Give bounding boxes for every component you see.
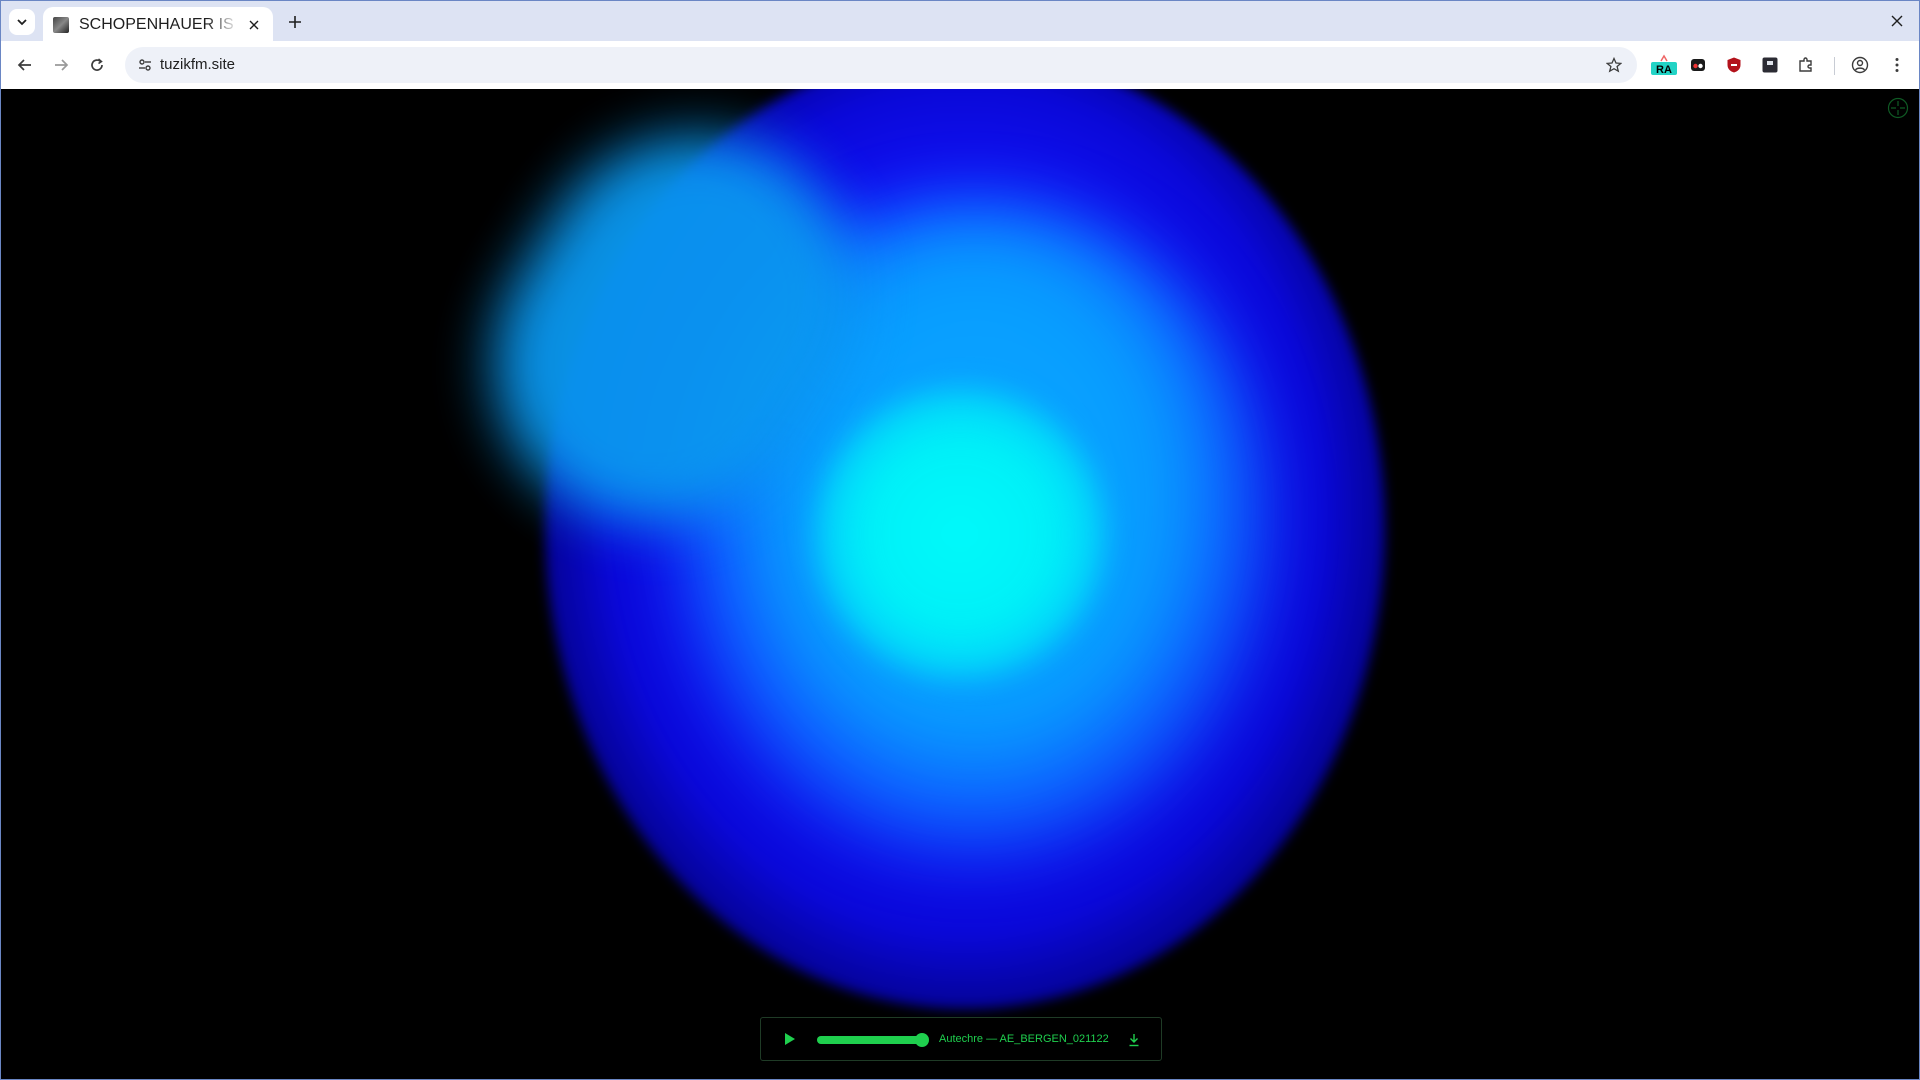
forward-button[interactable] bbox=[47, 51, 75, 79]
download-button[interactable] bbox=[1125, 1030, 1143, 1050]
shield-extension-icon[interactable] bbox=[1722, 53, 1746, 77]
tune-icon bbox=[139, 59, 151, 71]
browser-menu-button[interactable] bbox=[1885, 53, 1909, 77]
puzzle-extensions-icon[interactable] bbox=[1794, 53, 1818, 77]
page-content: Autechre — AE_BERGEN_021122 bbox=[0, 89, 1920, 1080]
crosshair-icon bbox=[1887, 97, 1909, 119]
two-dots-extension-icon[interactable] bbox=[1686, 53, 1710, 77]
site-info-button[interactable] bbox=[133, 53, 157, 77]
tab-search-button[interactable] bbox=[9, 9, 35, 35]
reload-button[interactable] bbox=[83, 51, 111, 79]
track-title: Autechre — AE_BERGEN_021122 bbox=[939, 1033, 1109, 1045]
download-icon bbox=[1129, 1034, 1139, 1047]
close-icon bbox=[249, 20, 259, 30]
new-tab-button[interactable] bbox=[283, 10, 307, 34]
tab-active[interactable]: SCHOPENHAUER IS bbox=[43, 7, 273, 42]
reload-icon bbox=[91, 58, 103, 71]
tab-favicon-icon bbox=[53, 16, 69, 33]
address-bar[interactable]: tuzikfm.site bbox=[125, 47, 1637, 83]
chevron-down-icon bbox=[17, 19, 27, 26]
back-button[interactable] bbox=[11, 51, 39, 79]
progress-knob[interactable] bbox=[914, 1033, 929, 1047]
progress-fill bbox=[817, 1036, 922, 1044]
ra-extension-icon[interactable]: RA bbox=[1649, 53, 1679, 77]
plus-icon bbox=[289, 16, 301, 28]
visualizer-cyan-core bbox=[815, 389, 1105, 679]
ra-extension-label: RA bbox=[1656, 64, 1672, 76]
url-text: tuzikfm.site bbox=[160, 56, 236, 73]
kebab-menu-icon bbox=[1895, 58, 1899, 72]
progress-slider[interactable] bbox=[817, 1033, 929, 1047]
close-icon bbox=[1891, 15, 1903, 27]
tab-close-button[interactable] bbox=[245, 16, 263, 34]
fullscreen-toggle-button[interactable] bbox=[1887, 97, 1909, 119]
toolbar-divider bbox=[1834, 57, 1835, 75]
account-circle-icon bbox=[1851, 56, 1869, 74]
tab-strip: SCHOPENHAUER IS bbox=[0, 0, 1920, 42]
star-icon bbox=[1606, 57, 1622, 73]
play-button[interactable] bbox=[781, 1030, 799, 1048]
profile-button[interactable] bbox=[1848, 53, 1872, 77]
browser-toolbar: tuzikfm.site RA bbox=[0, 41, 1920, 89]
window-close-button[interactable] bbox=[1887, 11, 1907, 31]
bookmark-button[interactable] bbox=[1603, 54, 1625, 76]
play-icon bbox=[785, 1033, 795, 1045]
arrow-left-icon bbox=[17, 59, 31, 71]
tab-title: SCHOPENHAUER IS bbox=[79, 15, 234, 33]
audio-player: Autechre — AE_BERGEN_021122 bbox=[760, 1017, 1162, 1061]
audio-visualizer bbox=[433, 89, 1457, 1079]
arrow-right-icon bbox=[55, 59, 69, 71]
square-extension-icon[interactable] bbox=[1758, 53, 1782, 77]
